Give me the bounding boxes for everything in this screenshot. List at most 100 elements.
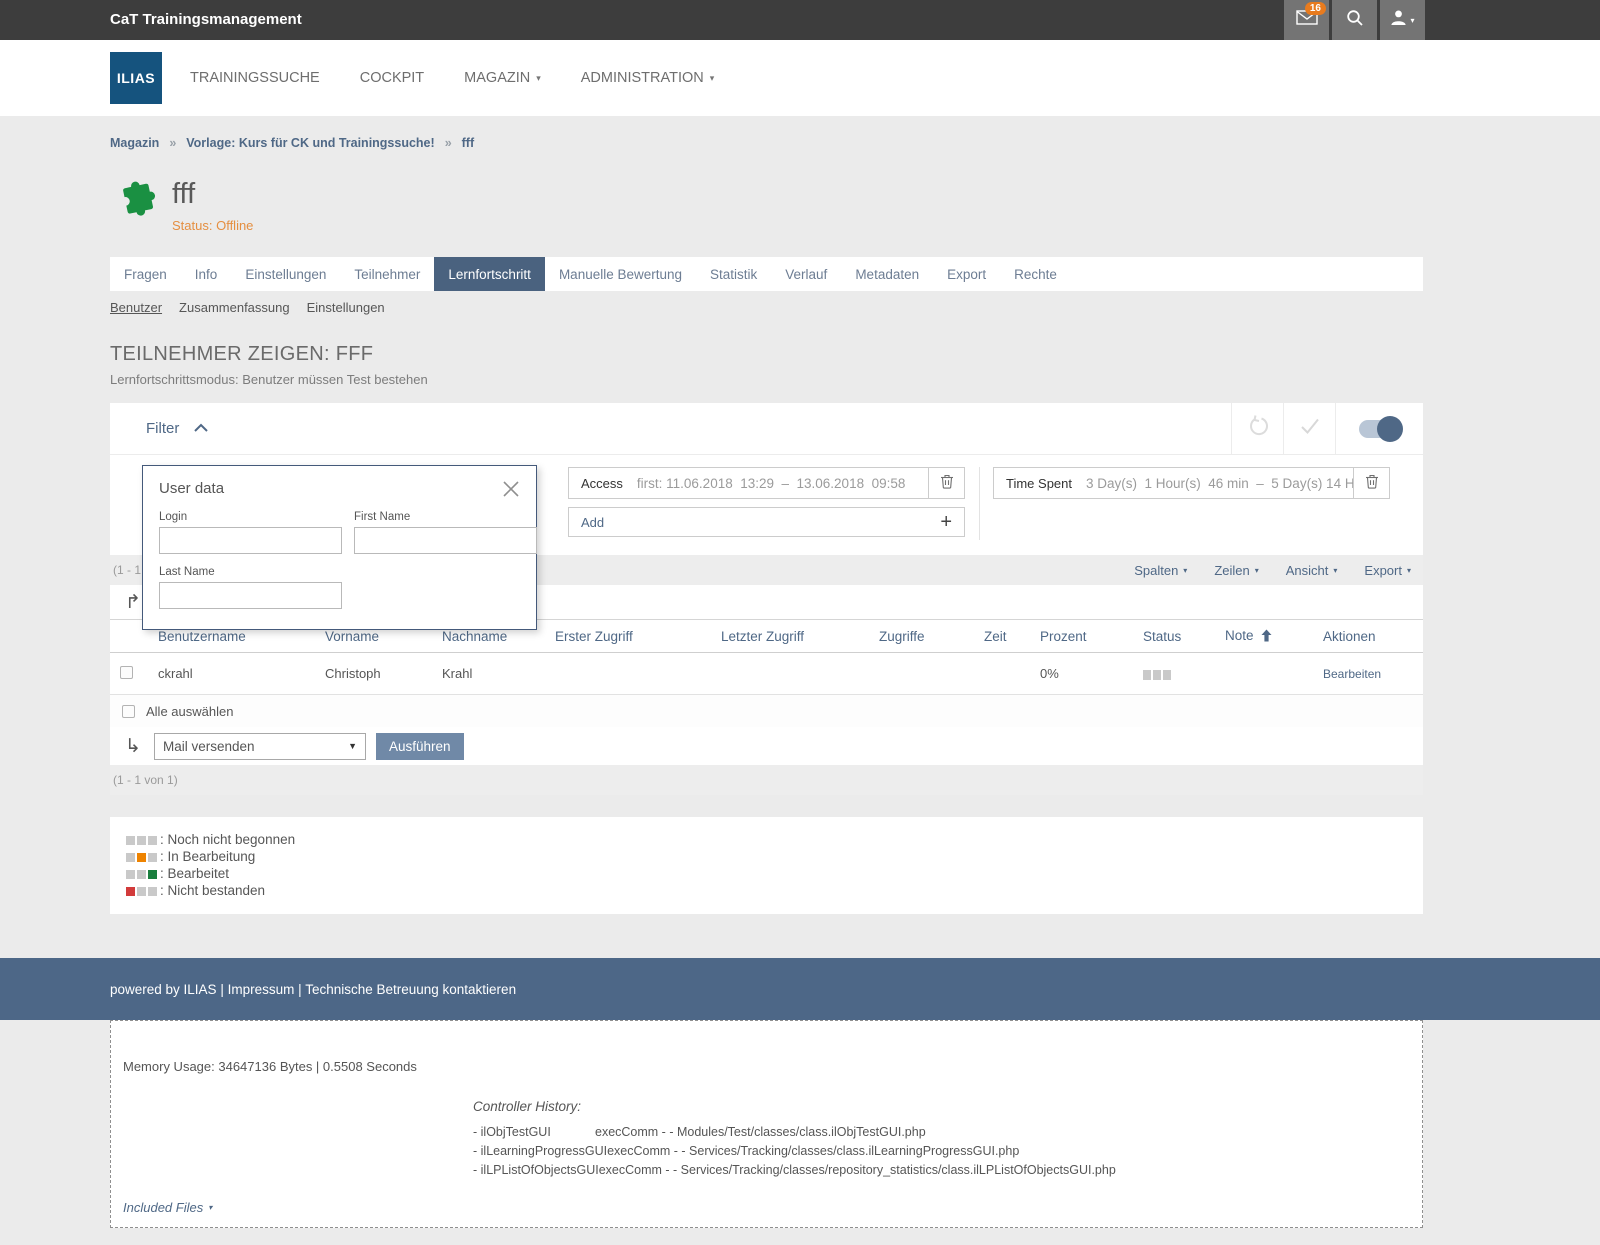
time-spent-label: Time Spent: [1006, 476, 1072, 491]
ilias-logo[interactable]: ILIAS: [110, 52, 162, 104]
breadcrumb-magazin[interactable]: Magazin: [110, 136, 159, 150]
page-title-block: fff Status: Offline: [110, 176, 1423, 233]
learning-progress-panel: Filter: [110, 403, 1423, 795]
controller-name: - ilLearningProgressGUI: [473, 1142, 607, 1161]
mail-count-badge: 16: [1305, 2, 1326, 15]
row-checkbox[interactable]: [120, 666, 133, 679]
first-name-input[interactable]: [354, 527, 537, 554]
menu-ansicht[interactable]: Ansicht ▾: [1286, 563, 1338, 578]
subtab-benutzer[interactable]: Benutzer: [110, 300, 162, 315]
tab-export[interactable]: Export: [933, 257, 1000, 291]
nav-label: COCKPIT: [360, 70, 424, 86]
menu-zeilen[interactable]: Zeilen ▾: [1214, 563, 1258, 578]
nav-item-magazin[interactable]: MAGAZIN ▾: [464, 70, 541, 86]
filter-toggle-switch[interactable]: [1359, 420, 1401, 438]
cell-status: [1133, 653, 1215, 695]
legend-failed: : Nicht bestanden: [126, 882, 1407, 899]
menu-spalten[interactable]: Spalten ▾: [1134, 563, 1187, 578]
add-label: Add: [581, 515, 604, 530]
tab-lernfortschritt[interactable]: Lernfortschritt: [434, 257, 545, 291]
breadcrumb-vorlage[interactable]: Vorlage: Kurs für CK und Trainingssuche!: [186, 136, 434, 150]
filter-group-divider: [979, 467, 980, 540]
add-filter-button[interactable]: Add +: [568, 507, 965, 537]
controller-name: - ilLPListOfObjectsGUI: [473, 1161, 599, 1180]
page-footer: powered by ILIAS | Impressum | Technisch…: [0, 958, 1600, 1020]
legend-label: : In Bearbeitung: [160, 849, 255, 864]
tab-einstellungen[interactable]: Einstellungen: [231, 257, 340, 291]
col-note[interactable]: Note: [1215, 620, 1313, 653]
bulk-action-select-bottom[interactable]: Mail versenden ▼: [154, 733, 366, 760]
time-spent-filter[interactable]: Time Spent 3 Day(s) 1 Hour(s) 46 min – 5…: [993, 467, 1390, 499]
tab-statistik[interactable]: Statistik: [696, 257, 771, 291]
user-icon: [1390, 9, 1407, 31]
tab-metadaten[interactable]: Metadaten: [841, 257, 933, 291]
breadcrumb-current[interactable]: fff: [462, 136, 475, 150]
tab-info[interactable]: Info: [181, 257, 232, 291]
main-nav: TRAININGSSUCHE COCKPIT MAGAZIN ▾ ADMINIS…: [190, 70, 714, 86]
chevron-down-icon: ▾: [1333, 566, 1337, 575]
col-prozent[interactable]: Prozent: [1030, 620, 1133, 653]
footer-separator: |: [220, 982, 224, 997]
breadcrumb-separator: »: [445, 136, 452, 150]
nav-item-cockpit[interactable]: COCKPIT: [360, 70, 424, 86]
table-row: ckrahl Christoph Krahl 0% Bea: [110, 653, 1423, 695]
col-letzter-zugriff[interactable]: Letzter Zugriff: [711, 620, 869, 653]
select-all-checkbox[interactable]: [122, 705, 135, 718]
user-menu-button[interactable]: ▾: [1380, 0, 1425, 40]
tab-teilnehmer[interactable]: Teilnehmer: [340, 257, 434, 291]
legend-not-started: : Noch nicht begonnen: [126, 831, 1407, 848]
col-zugriffe[interactable]: Zugriffe: [869, 620, 974, 653]
filter-toggle[interactable]: Filter: [146, 420, 209, 437]
impressum-link[interactable]: Impressum: [228, 982, 295, 997]
controller-history-title: Controller History:: [473, 1099, 1116, 1114]
controller-history-entry: - ilObjTestGUI execComm - - Modules/Test…: [473, 1123, 1116, 1142]
filter-on-off-cell: [1335, 403, 1423, 454]
close-button[interactable]: [502, 480, 520, 498]
access-filter[interactable]: Access first: 11.06.2018 13:29 – 13.06.2…: [568, 467, 965, 499]
powered-by-link[interactable]: powered by ILIAS: [110, 982, 217, 997]
included-files-toggle[interactable]: Included Files ▾: [123, 1200, 212, 1215]
col-erster-zugriff[interactable]: Erster Zugriff: [545, 620, 711, 653]
col-status[interactable]: Status: [1133, 620, 1215, 653]
access-label: Access: [581, 476, 623, 491]
tab-fragen[interactable]: Fragen: [110, 257, 181, 291]
toggle-knob: [1377, 416, 1403, 442]
table-menus: Spalten ▾ Zeilen ▾ Ansicht ▾ Export ▾: [1134, 563, 1411, 578]
menu-export[interactable]: Export ▾: [1364, 563, 1411, 578]
filter-apply-button[interactable]: [1283, 403, 1335, 454]
cell-benutzername: ckrahl: [148, 653, 315, 695]
main-header: ILIAS TRAININGSSUCHE COCKPIT MAGAZIN ▾ A…: [0, 40, 1600, 116]
plus-icon: +: [940, 512, 952, 532]
filter-reset-button[interactable]: [1231, 403, 1283, 454]
controller-history: Controller History: - ilObjTestGUI execC…: [473, 1099, 1116, 1180]
tab-manuelle-bewertung[interactable]: Manuelle Bewertung: [545, 257, 696, 291]
cell-erster-zugriff: [545, 653, 711, 695]
run-button-bottom[interactable]: Ausführen: [376, 733, 464, 760]
col-zeit[interactable]: Zeit: [974, 620, 1030, 653]
search-button[interactable]: [1332, 0, 1377, 40]
bearbeiten-link[interactable]: Bearbeiten: [1323, 667, 1381, 681]
mail-button[interactable]: 16: [1284, 0, 1329, 40]
controller-history-entry: - ilLPListOfObjectsGUI execComm - - Serv…: [473, 1161, 1116, 1180]
filter-group-access: Access first: 11.06.2018 13:29 – 13.06.2…: [568, 467, 965, 540]
sort-ascending-icon[interactable]: [1261, 630, 1272, 645]
section-subheading: Lernfortschrittsmodus: Benutzer müssen T…: [110, 372, 1423, 387]
tab-rechte[interactable]: Rechte: [1000, 257, 1071, 291]
puzzle-icon: [110, 176, 156, 233]
controller-path: execComm - - Services/Tracking/classes/r…: [599, 1161, 1116, 1180]
login-input[interactable]: [159, 527, 342, 554]
nav-item-trainingssuche[interactable]: TRAININGSSUCHE: [190, 70, 320, 86]
menu-label: Spalten: [1134, 563, 1178, 578]
nav-item-administration[interactable]: ADMINISTRATION ▾: [581, 70, 715, 86]
cell-prozent: 0%: [1030, 653, 1133, 695]
subtab-einstellungen[interactable]: Einstellungen: [307, 300, 385, 315]
tab-verlauf[interactable]: Verlauf: [771, 257, 841, 291]
last-name-input[interactable]: [159, 582, 342, 609]
bulk-action-row-bottom: ↳ Mail versenden ▼ Ausführen: [110, 727, 1423, 765]
subtab-zusammenfassung[interactable]: Zusammenfassung: [179, 300, 290, 315]
status-squares-icon: [126, 849, 159, 864]
support-link[interactable]: Technische Betreuung kontaktieren: [305, 982, 516, 997]
access-delete-button[interactable]: [928, 468, 964, 498]
chevron-down-icon: ▾: [710, 73, 715, 84]
time-spent-delete-button[interactable]: [1353, 468, 1389, 498]
